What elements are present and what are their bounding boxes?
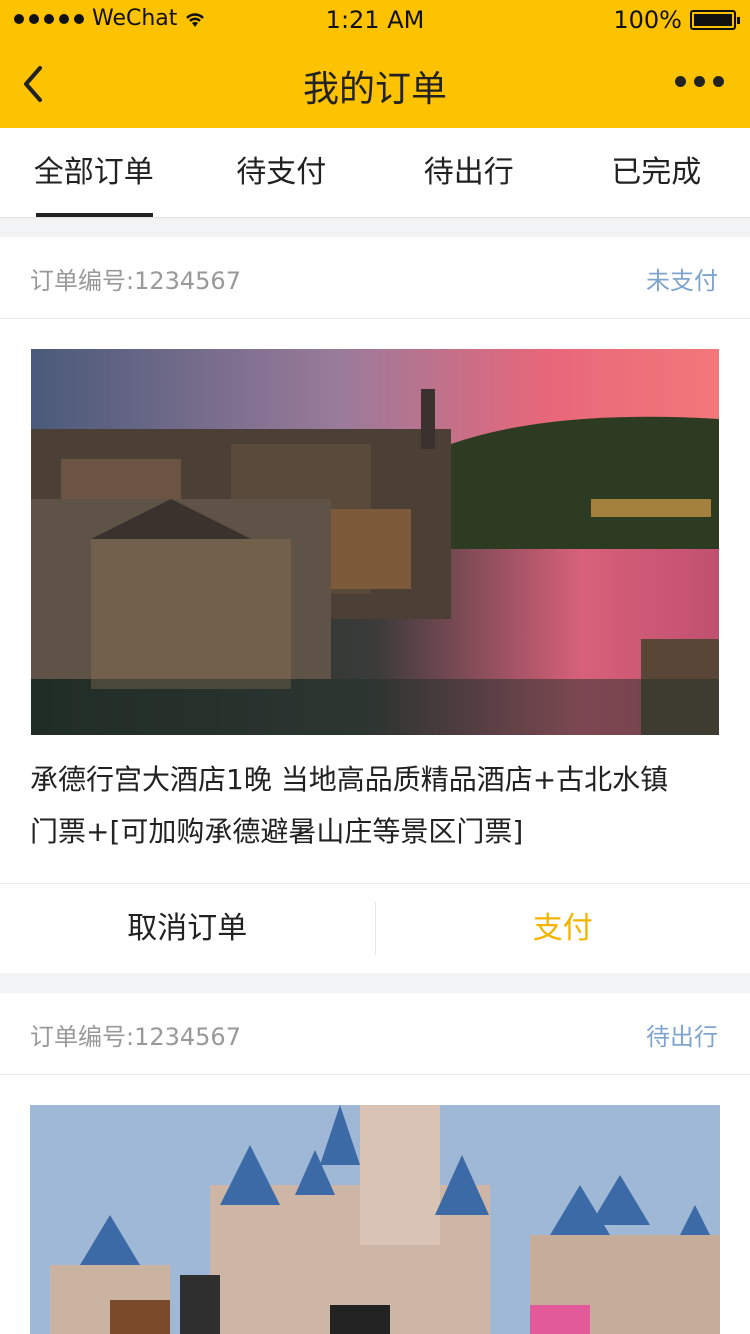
navigation-bar: 我的订单 — [0, 40, 750, 128]
order-image[interactable] — [30, 1105, 720, 1334]
tab-pending-travel[interactable]: 待出行 — [375, 128, 563, 217]
tab-all-orders[interactable]: 全部订单 — [0, 128, 188, 217]
cancel-order-button[interactable]: 取消订单 — [0, 902, 376, 955]
order-number: 订单编号:1234567 — [30, 1023, 241, 1051]
order-status: 未支付 — [646, 267, 718, 295]
order-card[interactable]: 订单编号:1234567 未支付 承德行宫大酒店1晚 当地高品质精品酒店+古北水… — [0, 237, 750, 973]
order-card-header: 订单编号:1234567 未支付 — [0, 237, 750, 319]
order-tabs: 全部订单 待支付 待出行 已完成 — [0, 128, 750, 218]
order-actions: 取消订单 支付 — [0, 883, 750, 973]
page-title: 我的订单 — [302, 69, 447, 110]
status-bar: WeChat 1:21 AM 100% — [0, 0, 750, 40]
battery-percent: 100% — [613, 6, 682, 34]
order-title: 承德行宫大酒店1晚 当地高品质精品酒店+古北水镇 门票+[可加购承德避暑山庄等景… — [30, 754, 720, 858]
order-number: 订单编号:1234567 — [30, 267, 241, 295]
battery-icon — [690, 10, 740, 30]
tab-completed[interactable]: 已完成 — [563, 128, 750, 217]
tab-pending-payment[interactable]: 待支付 — [188, 128, 376, 217]
more-dots-icon[interactable] — [675, 76, 724, 87]
pay-button[interactable]: 支付 — [376, 902, 750, 955]
order-card-header: 订单编号:1234567 待出行 — [0, 993, 750, 1075]
header-bar: WeChat 1:21 AM 100% 我的订单 — [0, 0, 750, 128]
order-title-line1: 承德行宫大酒店1晚 当地高品质精品酒店+古北水镇 — [30, 763, 669, 796]
order-image[interactable] — [31, 349, 719, 735]
order-status: 待出行 — [646, 1023, 718, 1051]
order-title-line2: 门票+[可加购承德避暑山庄等景区门票] — [30, 815, 524, 848]
order-card[interactable]: 订单编号:1234567 待出行 — [0, 993, 750, 1334]
